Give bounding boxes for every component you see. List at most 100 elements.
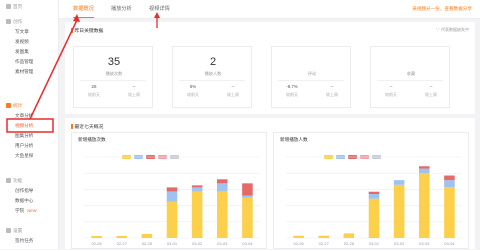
sidebar-section[interactable]: 功能 — [0, 176, 22, 186]
tab-video-details[interactable]: 视频详情 — [149, 0, 170, 18]
sidebar-item[interactable]: 图集分析 — [0, 131, 33, 141]
sidebar-item-label: 图集分析 — [15, 133, 34, 138]
bar-chart: 02-26 02-27 02-28 03-01 03-02 03-03 03-04 — [84, 156, 260, 246]
sidebar-item[interactable]: 学院 NEW — [0, 206, 37, 216]
bar-segment[interactable] — [343, 233, 355, 238]
section-icon — [6, 18, 11, 24]
sidebar-item[interactable]: 大鱼星探 — [0, 151, 33, 161]
stat-compare: -- 较上周 — [114, 84, 154, 98]
bar-segment[interactable] — [368, 194, 380, 199]
sidebar-item-label: 用户分析 — [15, 143, 34, 148]
bar-segment[interactable] — [191, 185, 203, 188]
x-tick-label: 03-03 — [217, 241, 228, 246]
compare-value: -- — [231, 84, 235, 89]
x-tick-label: 02-26 — [293, 241, 304, 246]
bar-segment[interactable] — [217, 179, 228, 184]
sidebar-item[interactable]: 数据中心 — [0, 196, 33, 206]
stat-label: 播放次数 — [105, 71, 123, 76]
x-tick-label: 02-27 — [117, 241, 128, 246]
stat-compare: -8.7% 较前天 — [272, 84, 312, 98]
sidebar-item[interactable]: 视频分析 — [0, 121, 33, 131]
bar-segment[interactable] — [217, 191, 228, 238]
trend-title: 最近七天概况 — [71, 123, 104, 130]
key-data-panel: 昨日关键数据 "-" 代表数据缺失中 35 播放次数 26 较前天 -- 较上周 2 播放人数… — [65, 22, 475, 114]
stat-compare: -- 较上周 — [411, 84, 451, 98]
bar-segment[interactable] — [191, 187, 203, 192]
bar-segment[interactable] — [191, 191, 203, 238]
bar-segment[interactable] — [242, 183, 253, 196]
tab-play-analysis[interactable]: 播放分析 — [111, 0, 132, 18]
sidebar-item[interactable]: 素材管理 — [0, 67, 33, 77]
x-tick-label: 02-28 — [344, 241, 355, 246]
compare-label: 较上周 — [326, 92, 338, 97]
bar-segment[interactable] — [166, 191, 178, 202]
bar-chart: 02-26 02-27 02-28 03-01 03-02 03-03 03-04 — [286, 156, 462, 246]
chart-play-count: 新增播放次数 02-26 02-27 02-28 03-01 03-02 03-03 03-0… — [71, 132, 267, 249]
x-tick-label: 03-04 — [444, 241, 455, 246]
sidebar-item[interactable]: 写文章 — [0, 27, 29, 37]
compare-value: -- — [132, 84, 136, 89]
new-badge: NEW — [27, 208, 37, 213]
divider — [80, 80, 146, 81]
x-tick-label: 02-26 — [91, 241, 102, 246]
tab-overview[interactable]: 数据概况 — [73, 0, 94, 18]
sidebar-item[interactable]: 签约任务 — [0, 236, 33, 246]
sidebar-item-label: 设置 — [13, 228, 23, 233]
section-icon — [6, 177, 11, 183]
compare-label: 较上周 — [425, 92, 437, 97]
sidebar-item-label: 发图集 — [15, 49, 29, 54]
bar-segment[interactable] — [116, 235, 127, 238]
x-tick-label: 03-01 — [167, 241, 178, 246]
sidebar-section[interactable]: 设置 — [0, 226, 22, 236]
bar-segment[interactable] — [419, 168, 430, 174]
sidebar-item-label: 写文章 — [15, 29, 29, 34]
sidebar-item-label: 创作指导 — [15, 188, 34, 193]
bar-segment[interactable] — [242, 197, 253, 239]
bar-segment[interactable] — [444, 175, 455, 181]
sidebar-item[interactable]: 发视频 — [0, 37, 29, 47]
bar-segment[interactable] — [393, 180, 405, 185]
bar-segment[interactable] — [166, 201, 178, 238]
sidebar-item-label: 学院 — [15, 208, 25, 213]
bar-segment[interactable] — [444, 187, 455, 238]
promo-link[interactable]: 采视频分一份，查看数据分享 — [412, 0, 472, 18]
bar-segment[interactable] — [368, 198, 380, 238]
section-icon — [6, 3, 11, 9]
panel-title: 昨日关键数据 — [71, 27, 104, 34]
sidebar-item[interactable]: 文章分析 — [0, 111, 33, 121]
bar-segment[interactable] — [368, 191, 380, 195]
bar-segment[interactable] — [393, 184, 405, 238]
compare-label: 较前天 — [187, 92, 199, 97]
bar-segment[interactable] — [242, 195, 253, 198]
stat-compare: -- 较上周 — [213, 84, 253, 98]
sidebar-item-label: 大鱼星探 — [15, 153, 34, 158]
sidebar-item[interactable]: 用户分析 — [0, 141, 33, 151]
stat-card: 2 播放人数 5% 较前天 -- 较上周 — [172, 46, 252, 108]
x-tick-label: 03-01 — [369, 241, 380, 246]
bar-segment[interactable] — [217, 183, 228, 192]
bar-segment[interactable] — [419, 173, 430, 238]
sidebar-section[interactable]: 统计 — [0, 101, 22, 111]
stat-compare: 5% 较前天 — [173, 84, 213, 98]
sidebar-item[interactable]: 作品管理 — [0, 57, 33, 67]
bar-segment[interactable] — [318, 235, 329, 238]
stat-compare: 26 较前天 — [74, 84, 114, 98]
bar-segment[interactable] — [91, 235, 102, 238]
bar-segment[interactable] — [444, 180, 455, 188]
stat-value: 2 — [209, 56, 217, 68]
section-icon — [6, 227, 11, 233]
bar-segment[interactable] — [166, 187, 178, 192]
x-tick-label: 02-28 — [142, 241, 153, 246]
sidebar-section[interactable]: 创作 — [0, 17, 22, 27]
sidebar-item[interactable]: 发图集 — [0, 47, 29, 57]
bar-segment[interactable] — [419, 166, 430, 169]
sidebar-item-label: 发视频 — [15, 39, 29, 44]
sidebar-section[interactable]: 首页 — [0, 2, 22, 12]
stat-label: 评论 — [307, 71, 317, 76]
bar-segment[interactable] — [293, 235, 304, 238]
sidebar-item-label: 功能 — [13, 178, 23, 183]
sidebar: 首页创作写文章发视频发图集作品管理 素材管理统计 文章分析 视频分析图集分析用户分析大… — [0, 0, 59, 249]
bar-segment[interactable] — [141, 233, 153, 238]
stat-value: 35 — [107, 56, 121, 68]
sidebar-item[interactable]: 创作指导 — [0, 186, 33, 196]
